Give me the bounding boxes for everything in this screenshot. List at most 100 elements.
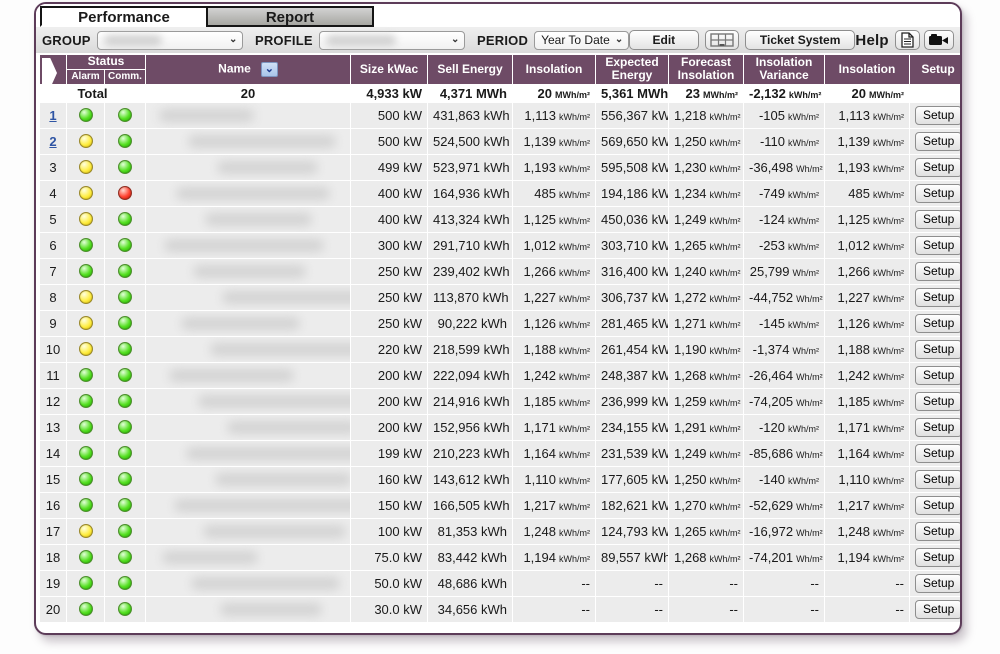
period-select[interactable]: Year To Date ⌄ <box>534 31 629 50</box>
insolation-variance-cell: -120kWh/m² <box>744 415 824 440</box>
redacted-site-name <box>186 447 350 460</box>
redacted-site-name <box>217 161 318 174</box>
expand-column-header[interactable] <box>40 55 66 84</box>
setup-button[interactable]: Setup <box>915 210 962 229</box>
sell-energy-cell: 143,612 kWh <box>428 467 512 492</box>
comm-status-indicator-green <box>118 446 132 460</box>
forecast-insolation-cell: 1,268kWh/m² <box>669 363 743 388</box>
row-number-cell: 11 <box>40 363 66 388</box>
grid-layout-button[interactable] <box>705 30 739 50</box>
insolation-cell: 1,248kWh/m² <box>513 519 595 544</box>
app-window: Performance Report GROUP ⌄ PROFILE ⌄ PER… <box>34 2 962 635</box>
insolation-cell: 1,113kWh/m² <box>513 103 595 128</box>
setup-button[interactable]: Setup <box>915 158 962 177</box>
setup-cell: Setup <box>910 519 962 544</box>
comm-status-indicator-green <box>118 368 132 382</box>
sell-energy-cell: 90,222 kWh <box>428 311 512 336</box>
table-row: 4400 kW164,936 kWh485kWh/m²194,186 kWh1,… <box>40 181 962 206</box>
tab-report[interactable]: Report <box>206 6 374 27</box>
insolation-cell: 1,171kWh/m² <box>513 415 595 440</box>
site-name-cell <box>146 259 350 284</box>
chevron-down-icon: ⌄ <box>451 36 459 44</box>
alarm-status-cell <box>67 129 104 154</box>
setup-cell: Setup <box>910 207 962 232</box>
alarm-status-cell <box>67 415 104 440</box>
sort-dropdown-icon[interactable]: ⌄ <box>261 62 278 77</box>
insolation-variance-column-header: Insolation Variance <box>744 55 824 84</box>
sell-energy-cell: 291,710 kWh <box>428 233 512 258</box>
comm-status-indicator-green <box>118 420 132 434</box>
setup-button[interactable]: Setup <box>915 444 962 463</box>
chevron-down-icon: ⌄ <box>615 36 623 44</box>
redacted-site-name <box>174 499 350 512</box>
insolation-variance-cell: -110kWh/m² <box>744 129 824 154</box>
size-cell: 200 kW <box>351 415 427 440</box>
setup-button[interactable]: Setup <box>915 548 962 567</box>
total-label: Total <box>40 85 145 102</box>
setup-button[interactable]: Setup <box>915 496 962 515</box>
comm-status-indicator-green <box>118 160 132 174</box>
edit-button[interactable]: Edit <box>629 30 699 50</box>
size-cell: 30.0 kW <box>351 597 427 622</box>
tab-performance[interactable]: Performance <box>40 6 208 27</box>
comm-status-cell <box>105 545 145 570</box>
size-cell: 250 kW <box>351 259 427 284</box>
setup-button[interactable]: Setup <box>915 418 962 437</box>
setup-button[interactable]: Setup <box>915 574 962 593</box>
total-row: Total 20 4,933 kW 4,371 MWh 20MWh/m² 5,3… <box>40 85 962 102</box>
comm-status-cell <box>105 103 145 128</box>
row-number-cell[interactable]: 2 <box>40 129 66 154</box>
video-help-button[interactable] <box>924 30 954 50</box>
insolation2-cell: -- <box>825 597 909 622</box>
profile-select[interactable]: ⌄ <box>319 31 465 50</box>
insolation-variance-cell: -26,464Wh/m² <box>744 363 824 388</box>
site-name-cell <box>146 129 350 154</box>
setup-button[interactable]: Setup <box>915 288 962 307</box>
table-row: 10220 kW218,599 kWh1,188kWh/m²261,454 kW… <box>40 337 962 362</box>
group-select[interactable]: ⌄ <box>97 31 243 50</box>
setup-button[interactable]: Setup <box>915 470 962 489</box>
total-size: 4,933 kW <box>351 85 427 102</box>
site-name-cell <box>146 337 350 362</box>
redacted-site-name <box>203 525 346 538</box>
alarm-status-indicator-green <box>79 108 93 122</box>
sell-energy-cell: 164,936 kWh <box>428 181 512 206</box>
group-select-redacted-value <box>104 35 162 46</box>
total-setup-cell <box>910 85 962 102</box>
setup-button[interactable]: Setup <box>915 106 962 125</box>
help-document-button[interactable] <box>895 30 920 50</box>
comm-status-indicator-green <box>118 550 132 564</box>
setup-button[interactable]: Setup <box>915 392 962 411</box>
setup-button[interactable]: Setup <box>915 340 962 359</box>
setup-button[interactable]: Setup <box>915 236 962 255</box>
setup-button[interactable]: Setup <box>915 184 962 203</box>
insolation-variance-cell: -145kWh/m² <box>744 311 824 336</box>
setup-button[interactable]: Setup <box>915 522 962 541</box>
site-name-cell <box>146 207 350 232</box>
site-name-cell <box>146 519 350 544</box>
expected-energy-cell: 89,557 kWh <box>596 545 668 570</box>
alarm-status-cell <box>67 545 104 570</box>
row-number-cell[interactable]: 1 <box>40 103 66 128</box>
setup-button[interactable]: Setup <box>915 262 962 281</box>
row-number-cell: 20 <box>40 597 66 622</box>
alarm-status-indicator-yellow <box>79 342 93 356</box>
ticket-system-button[interactable]: Ticket System <box>745 30 856 50</box>
alarm-status-indicator-green <box>79 550 93 564</box>
video-camera-icon <box>929 34 949 46</box>
setup-cell: Setup <box>910 545 962 570</box>
setup-button[interactable]: Setup <box>915 132 962 151</box>
setup-button[interactable]: Setup <box>915 314 962 333</box>
insolation-variance-cell: -74,201Wh/m² <box>744 545 824 570</box>
sell-energy-cell: 83,442 kWh <box>428 545 512 570</box>
row-number-link[interactable]: 2 <box>49 134 56 149</box>
setup-button[interactable]: Setup <box>915 366 962 385</box>
name-column-header: Name⌄ <box>146 55 350 84</box>
setup-button[interactable]: Setup <box>915 600 962 619</box>
row-number-link[interactable]: 1 <box>49 108 56 123</box>
insolation2-cell: 1,126kWh/m² <box>825 311 909 336</box>
table-row: 9250 kW90,222 kWh1,126kWh/m²281,465 kWh1… <box>40 311 962 336</box>
site-name-cell <box>146 311 350 336</box>
insolation-cell: 1,227kWh/m² <box>513 285 595 310</box>
comm-status-cell <box>105 493 145 518</box>
